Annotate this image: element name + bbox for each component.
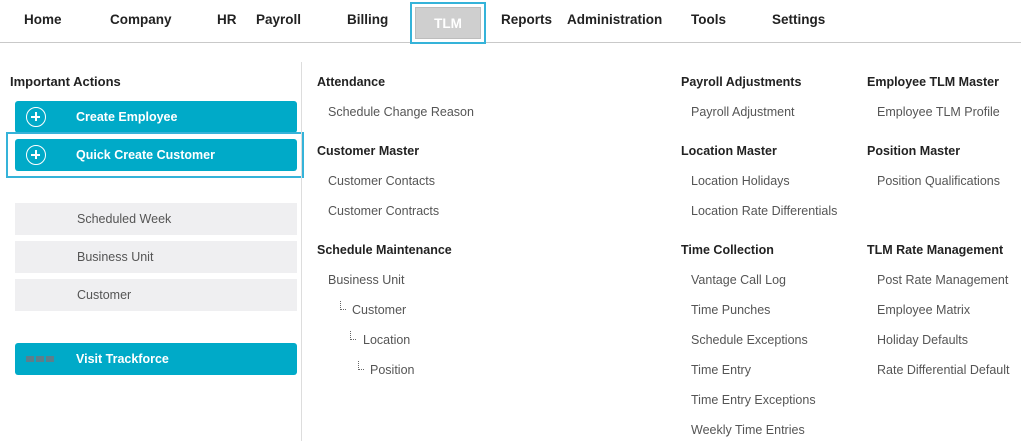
section-schedule-maintenance: Schedule Maintenance [317,243,452,257]
section-customer-master: Customer Master [317,144,420,158]
nav-tlm-highlight: TLM [410,2,486,44]
trackforce-logo-icon [26,356,54,362]
tree-connector-icon [358,361,364,370]
section-employee-tlm-master: Employee TLM Master [867,75,999,89]
link-holiday-defaults[interactable]: Holiday Defaults [877,333,968,347]
customer-button[interactable]: Customer [15,279,297,311]
link-weekly-time-entries[interactable]: Weekly Time Entries [691,423,805,437]
link-time-punches[interactable]: Time Punches [691,303,770,317]
section-position-master: Position Master [867,144,961,158]
top-nav: Home Company HR Payroll Billing TLM Repo… [0,0,1021,44]
tree-connector-icon [350,331,356,340]
plus-circle-icon [26,107,46,127]
nav-hr[interactable]: HR [217,12,237,27]
link-employee-tlm-profile[interactable]: Employee TLM Profile [877,105,1000,119]
quick-create-customer-label: Quick Create Customer [76,148,215,162]
link-rate-differential-default[interactable]: Rate Differential Default [877,363,1009,377]
nav-tlm[interactable]: TLM [415,7,481,39]
link-schedule-exceptions[interactable]: Schedule Exceptions [691,333,808,347]
scheduled-week-label: Scheduled Week [77,212,172,226]
nav-administration[interactable]: Administration [567,12,662,27]
nav-settings[interactable]: Settings [772,12,825,27]
link-post-rate-management[interactable]: Post Rate Management [877,273,1008,287]
create-employee-label: Create Employee [76,110,178,124]
create-employee-button[interactable]: Create Employee [15,101,297,133]
section-attendance: Attendance [317,75,386,89]
scheduled-week-button[interactable]: Scheduled Week [15,203,297,235]
link-time-entry[interactable]: Time Entry [691,363,751,377]
link-time-entry-exceptions[interactable]: Time Entry Exceptions [691,393,816,407]
section-time-collection: Time Collection [681,243,774,257]
link-location-rate-differentials[interactable]: Location Rate Differentials [691,204,837,218]
link-schedule-change-reason[interactable]: Schedule Change Reason [328,105,474,119]
section-location-master: Location Master [681,144,777,158]
link-customer-contacts[interactable]: Customer Contacts [328,174,435,188]
tree-connector-icon [340,301,346,310]
link-business-unit[interactable]: Business Unit [328,273,404,287]
section-tlm-rate-management: TLM Rate Management [867,243,1004,257]
nav-billing[interactable]: Billing [347,12,388,27]
link-position-qualifications[interactable]: Position Qualifications [877,174,1000,188]
nav-home[interactable]: Home [24,12,62,27]
link-employee-matrix[interactable]: Employee Matrix [877,303,970,317]
visit-trackforce-button[interactable]: Visit Trackforce [15,343,297,375]
nav-tools[interactable]: Tools [691,12,726,27]
panel-divider [301,62,302,441]
business-unit-button[interactable]: Business Unit [15,241,297,273]
link-location[interactable]: Location [363,333,410,347]
nav-payroll[interactable]: Payroll [256,12,301,27]
link-location-holidays[interactable]: Location Holidays [691,174,790,188]
link-vantage-call-log[interactable]: Vantage Call Log [691,273,786,287]
customer-label: Customer [77,288,132,302]
nav-reports[interactable]: Reports [501,12,552,27]
section-payroll-adjustments: Payroll Adjustments [681,75,802,89]
plus-circle-icon [26,145,46,165]
nav-company[interactable]: Company [110,12,172,27]
important-actions-title: Important Actions [10,74,121,89]
link-payroll-adjustment[interactable]: Payroll Adjustment [691,105,795,119]
link-position[interactable]: Position [370,363,414,377]
link-customer-contracts[interactable]: Customer Contracts [328,204,439,218]
link-customer[interactable]: Customer [352,303,406,317]
visit-trackforce-label: Visit Trackforce [76,352,169,366]
quick-create-customer-button[interactable]: Quick Create Customer [15,139,297,171]
business-unit-label: Business Unit [77,250,154,264]
